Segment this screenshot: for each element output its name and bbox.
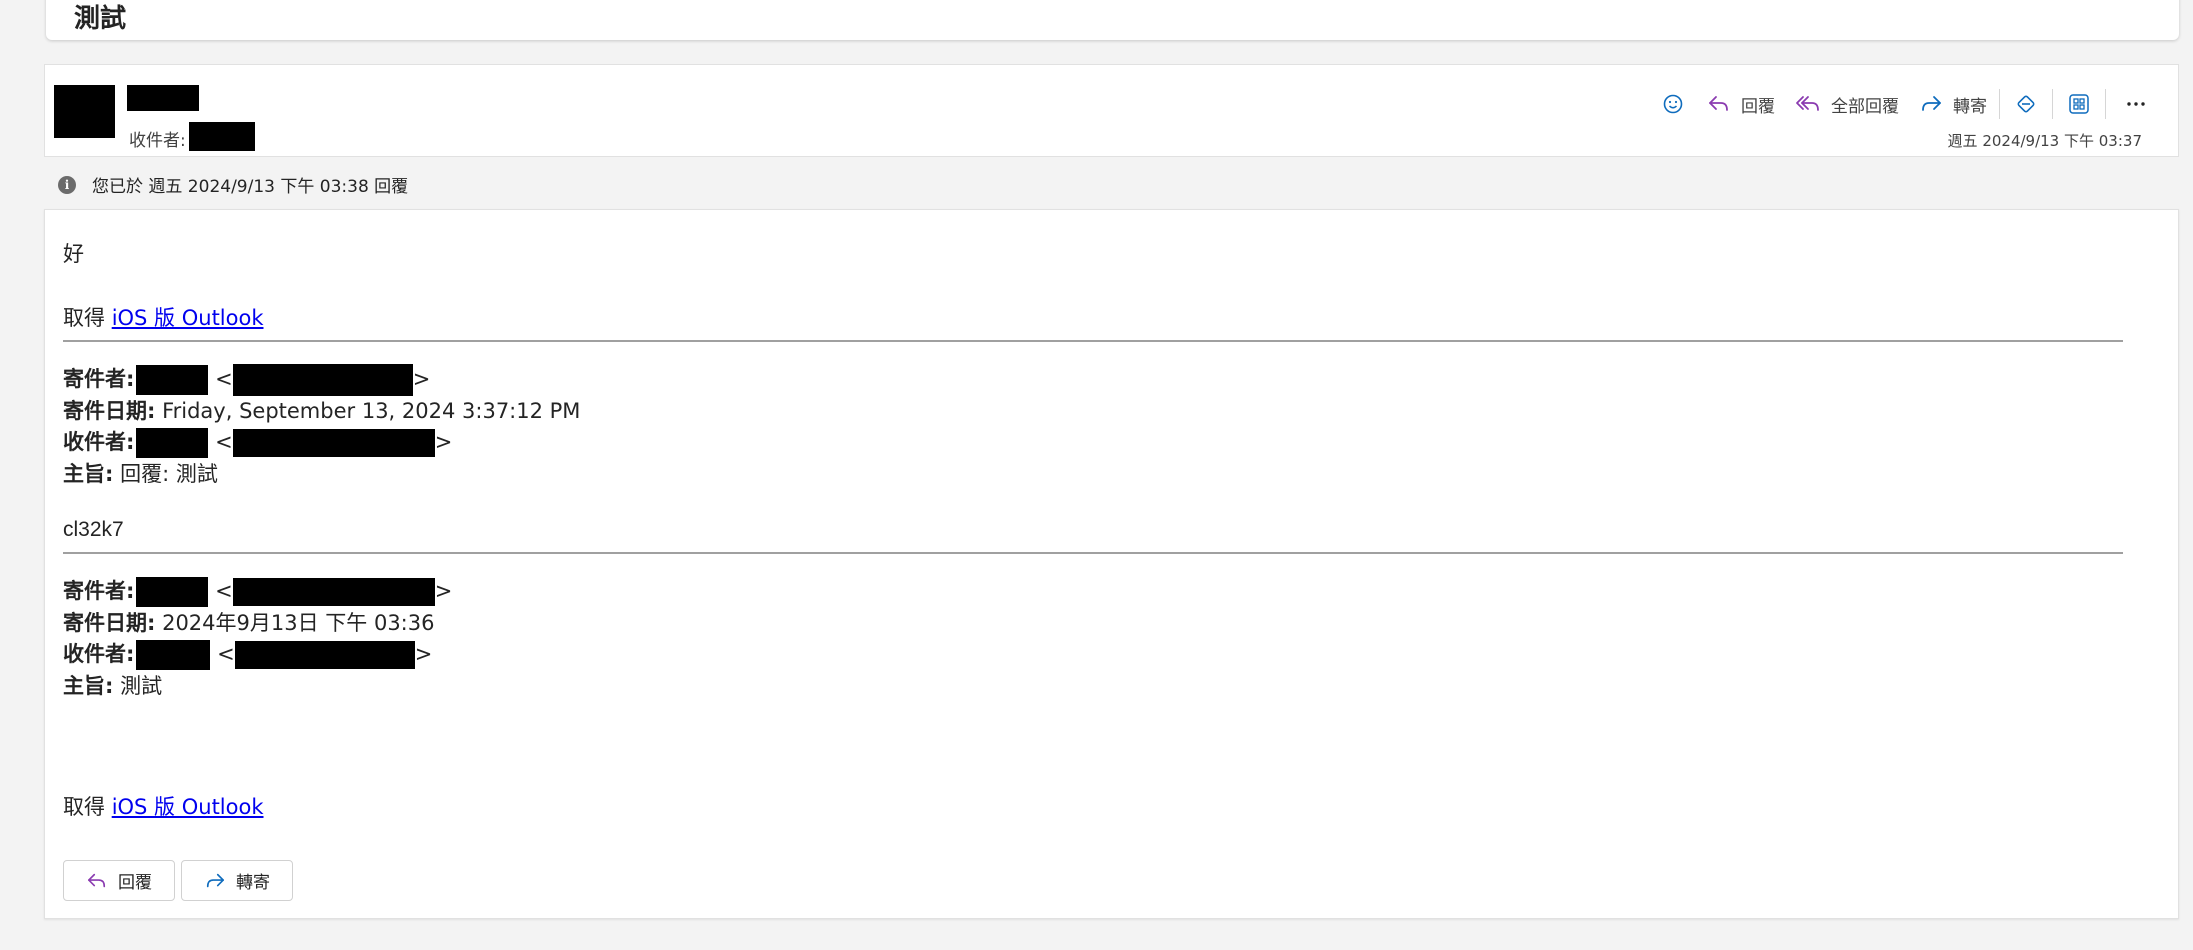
loop-button[interactable] — [2012, 90, 2040, 118]
apps-button[interactable] — [2065, 90, 2093, 118]
message-header: 收件者: 回覆 全部回覆 轉寄 週五 2024/9/13 下午 03:37 — [44, 64, 2179, 157]
quote-divider — [63, 552, 2123, 554]
forward-label: 轉寄 — [1953, 96, 1987, 117]
get-prefix: 取得 — [63, 306, 112, 330]
footer-get-outlook-line: 取得 iOS 版 Outlook — [63, 791, 264, 821]
quote1-sent: 寄件日期: Friday, September 13, 2024 3:37:12… — [63, 395, 580, 425]
from-email-redacted — [232, 364, 413, 396]
sent-label: 寄件日期: — [63, 399, 156, 423]
reply-footer-label: 回覆 — [118, 873, 152, 893]
reply-all-button[interactable]: 全部回覆 — [1795, 92, 1899, 117]
quote2-to: 收件者: < > — [63, 638, 432, 670]
divider — [2052, 89, 2053, 119]
greeting-text: 好 — [63, 242, 84, 266]
reply-all-icon — [1796, 96, 1819, 111]
reply-footer-button[interactable]: 回覆 — [63, 860, 175, 901]
from-email-redacted — [232, 578, 435, 606]
from-label: 寄件者: — [63, 367, 135, 391]
reply-icon — [88, 873, 106, 887]
recipient-redacted[interactable] — [189, 122, 255, 151]
quote1-subject: 主旨: 回覆: 測試 — [63, 458, 218, 488]
more-icon — [2127, 102, 2145, 106]
message-body: 好 取得 iOS 版 Outlook 寄件者: < > 寄件日期: Friday,… — [44, 209, 2179, 919]
loop-icon — [2017, 95, 2035, 113]
divider — [1999, 89, 2000, 119]
from-label: 寄件者: — [63, 579, 135, 603]
sender-name-redacted[interactable] — [127, 85, 199, 111]
forward-icon — [1922, 96, 1941, 111]
apps-icon — [2069, 94, 2089, 114]
emoji-icon — [1663, 94, 1683, 114]
sent-value: 2024年9月13日 下午 03:36 — [155, 611, 435, 635]
to-label: 收件者: — [129, 131, 186, 151]
ios-outlook-link[interactable]: iOS 版 Outlook — [112, 306, 264, 330]
info-icon: i — [58, 175, 76, 194]
reply-info-text: 您已於 週五 2024/9/13 下午 03:38 回覆 — [92, 177, 409, 197]
reply-info-bar: i 您已於 週五 2024/9/13 下午 03:38 回覆 — [58, 172, 408, 197]
reply-label: 回覆 — [1741, 96, 1775, 117]
to-label: 收件者: — [63, 430, 135, 454]
quote1-to: 收件者: < > — [63, 426, 452, 458]
subject-label: 主旨: — [63, 674, 114, 698]
more-actions-button[interactable] — [2122, 90, 2150, 118]
message-actions: 回覆 全部回覆 轉寄 — [1647, 87, 2150, 121]
reply-button[interactable]: 回覆 — [1707, 92, 1775, 117]
subject-value: 回覆: 測試 — [113, 462, 218, 486]
to-email-redacted — [232, 429, 435, 457]
forward-button[interactable]: 轉寄 — [1919, 92, 1987, 117]
forward-footer-label: 轉寄 — [236, 873, 270, 893]
from-name-redacted — [136, 365, 209, 395]
footer-ios-outlook-link[interactable]: iOS 版 Outlook — [112, 795, 264, 819]
to-name-redacted — [136, 428, 209, 458]
footer-prefix: 取得 — [63, 795, 112, 819]
quote2-sent: 寄件日期: 2024年9月13日 下午 03:36 — [63, 607, 434, 637]
quote1-from: 寄件者: < > — [63, 363, 430, 396]
sent-label: 寄件日期: — [63, 611, 156, 635]
forward-footer-button[interactable]: 轉寄 — [181, 860, 293, 901]
from-name-redacted — [136, 577, 209, 607]
to-label: 收件者: — [63, 642, 135, 666]
subject-value: 測試 — [113, 674, 163, 698]
quote-divider — [63, 340, 2123, 342]
to-email-redacted — [234, 641, 415, 669]
divider — [2105, 89, 2106, 119]
message-subject: 測試 — [74, 4, 127, 34]
subject-label: 主旨: — [63, 462, 114, 486]
emoji-reaction-button[interactable] — [1659, 90, 1687, 118]
previous-message-card: 測試 — [46, 0, 2179, 40]
reply-icon — [1709, 96, 1728, 111]
forward-icon — [206, 873, 224, 887]
message-date: 週五 2024/9/13 下午 03:37 — [1947, 132, 2142, 150]
quote2-subject: 主旨: 測試 — [63, 670, 162, 700]
reply-all-label: 全部回覆 — [1831, 96, 1899, 117]
code-text: cl32k7 — [63, 518, 124, 541]
sent-value: Friday, September 13, 2024 3:37:12 PM — [155, 399, 581, 423]
quote2-from: 寄件者: < > — [63, 575, 452, 607]
to-name-redacted — [136, 640, 211, 670]
avatar[interactable] — [54, 85, 115, 138]
get-outlook-line: 取得 iOS 版 Outlook — [63, 302, 264, 332]
